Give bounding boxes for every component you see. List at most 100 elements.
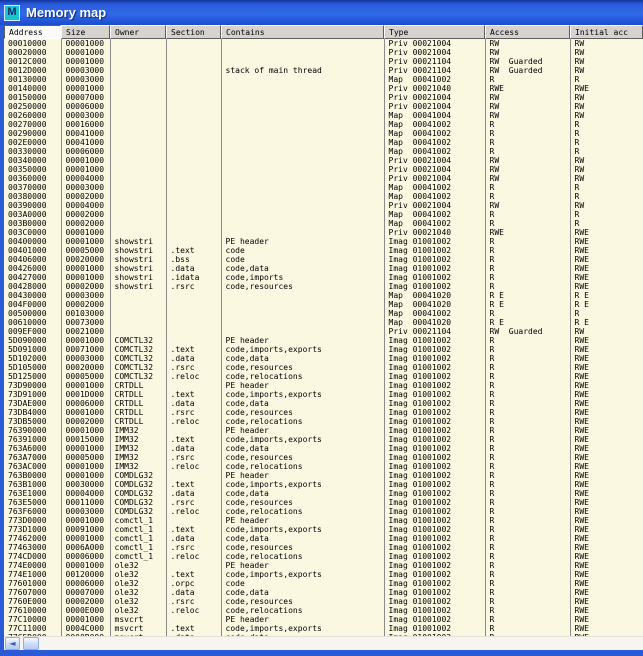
cell-owner: IMM32	[110, 435, 166, 444]
table-row[interactable]: 0029000000041000Map 00041002RR	[4, 129, 643, 138]
cell-address: 773D0000	[4, 516, 61, 525]
table-row[interactable]: 776100000000E000ole32.reloccode,relocati…	[4, 606, 643, 615]
column-header-section[interactable]: Section	[166, 25, 221, 39]
table-row[interactable]: 7760100000006000ole32.orpccodeImag 01001…	[4, 579, 643, 588]
table-row[interactable]: 004F000000002000Map 00041020R ER E	[4, 300, 643, 309]
table-row[interactable]: 0033000000006000Map 00041002RR	[4, 147, 643, 156]
table-row[interactable]: 5D09000000001000COMCTL32PE headerImag 01…	[4, 336, 643, 345]
cell-contains	[221, 165, 384, 174]
column-header-type[interactable]: Type	[384, 25, 485, 39]
table-row[interactable]: 77C1000000001000msvcrtPE headerImag 0100…	[4, 615, 643, 624]
table-row[interactable]: 73DAE00000006000CRTDLL.datacode,dataImag…	[4, 399, 643, 408]
table-row[interactable]: 0025000000006000Priv 00021004RWRW	[4, 102, 643, 111]
table-row[interactable]: 763A600000001000IMM32.datacode,dataImag …	[4, 444, 643, 453]
table-row[interactable]: 0040100000005000showstri.textcodeImag 01…	[4, 246, 643, 255]
table-row[interactable]: 7760E00000002000ole32.rsrccode,resources…	[4, 597, 643, 606]
cell-owner: msvcrt	[110, 624, 166, 633]
table-row[interactable]: 0040000000001000showstriPE headerImag 01…	[4, 237, 643, 246]
cell-address: 73DB4000	[4, 408, 61, 417]
table-row[interactable]: 5D10500000020000COMCTL32.rsrccode,resour…	[4, 363, 643, 372]
table-row[interactable]: 0012C00000001000Priv 00021104RW GuardedR…	[4, 57, 643, 66]
memory-map-icon[interactable]: M	[4, 5, 20, 21]
cell-contains: code,data	[221, 588, 384, 597]
table-row[interactable]: 73DB500000002000CRTDLL.reloccode,relocat…	[4, 417, 643, 426]
table-row[interactable]: 7639100000015000IMM32.textcode,imports,e…	[4, 435, 643, 444]
cell-address: 004F0000	[4, 300, 61, 309]
table-row[interactable]: 009EF00000021000Priv 00021104RW GuardedR…	[4, 327, 643, 336]
table-row[interactable]: 0061000000073000Map 00041020R ER E	[4, 318, 643, 327]
column-header-access[interactable]: Access	[485, 25, 570, 39]
table-row[interactable]: 0012D00000003000stack of main threadPriv…	[4, 66, 643, 75]
table-row[interactable]: 763A700000005000IMM32.rsrccode,resources…	[4, 453, 643, 462]
table-row[interactable]: 763B100000030000COMDLG32.textcode,import…	[4, 480, 643, 489]
table-row[interactable]: 0042800000002000showstri.rsrccode,resour…	[4, 282, 643, 291]
table-row[interactable]: 0042600000001000showstri.datacode,dataIm…	[4, 264, 643, 273]
table-row[interactable]: 5D09100000071000COMCTL32.textcode,import…	[4, 345, 643, 354]
cell-access: R	[485, 210, 570, 219]
table-row[interactable]: 763AC00000001000IMM32.reloccode,relocati…	[4, 462, 643, 471]
table-row[interactable]: 7760700000007000ole32.datacode,dataImag …	[4, 588, 643, 597]
table-row[interactable]: 774630000006A000comctl_1.rsrccode,resour…	[4, 543, 643, 552]
cell-initial-access: R	[570, 75, 643, 84]
cell-address: 73DAE000	[4, 399, 61, 408]
table-row[interactable]: 003A000000002000Map 00041002RR	[4, 210, 643, 219]
column-header-initial-access[interactable]: Initial acc	[570, 25, 643, 39]
table-row[interactable]: 763B000000001000COMDLG32PE headerImag 01…	[4, 471, 643, 480]
table-row[interactable]: 77C110000004C000msvcrt.textcode,imports,…	[4, 624, 643, 633]
cell-initial-access: RWE	[570, 552, 643, 561]
table-row[interactable]: 0027000000016000Map 00041002RR	[4, 120, 643, 129]
table-row[interactable]: 0036000000004000Priv 00021004RWRW	[4, 174, 643, 183]
table-row[interactable]: 0015000000007000Priv 00021004RWRW	[4, 93, 643, 102]
table-row[interactable]: 0035000000001000Priv 00021004RWRW	[4, 165, 643, 174]
table-row[interactable]: 0039000000004000Priv 00021004RWRW	[4, 201, 643, 210]
cell-size: 0000E000	[61, 606, 110, 615]
cell-owner: showstri	[110, 264, 166, 273]
table-row[interactable]: 0042700000001000showstri.idatacode,impor…	[4, 273, 643, 282]
table-row[interactable]: 73DB400000001000CRTDLL.rsrccode,resource…	[4, 408, 643, 417]
cell-contains: code,imports,exports	[221, 624, 384, 633]
table-row[interactable]: 773D100000091000comctl_1.textcode,import…	[4, 525, 643, 534]
table-row[interactable]: 0043000000003000Map 00041020R ER E	[4, 291, 643, 300]
table-row[interactable]: 774CD00000006000comctl_1.reloccode,reloc…	[4, 552, 643, 561]
table-row[interactable]: 73D9000000001000CRTDLLPE headerImag 0100…	[4, 381, 643, 390]
cell-type: Priv 00021040	[384, 228, 485, 237]
table-row[interactable]: 0034000000001000Priv 00021004RWRW	[4, 156, 643, 165]
horizontal-scrollbar[interactable]: ◄	[4, 636, 643, 650]
cell-section: .orpc	[166, 579, 221, 588]
table-row[interactable]: 003B000000002000Map 00041002RR	[4, 219, 643, 228]
table-row[interactable]: 773D000000001000comctl_1PE headerImag 01…	[4, 516, 643, 525]
column-header-owner[interactable]: Owner	[110, 25, 166, 39]
cell-type: Imag 01001002	[384, 390, 485, 399]
table-row[interactable]: 7746200000001000comctl_1.datacode,dataIm…	[4, 534, 643, 543]
cell-section	[166, 57, 221, 66]
table-row[interactable]: 7639000000001000IMM32PE headerImag 01001…	[4, 426, 643, 435]
table-row[interactable]: 003C000000001000Priv 00021040RWERWE	[4, 228, 643, 237]
table-row[interactable]: 763F600000003000COMDLG32.reloccode,reloc…	[4, 507, 643, 516]
table-row[interactable]: 5D10200000003000COMCTL32.datacode,dataIm…	[4, 354, 643, 363]
cell-section: .data	[166, 588, 221, 597]
table-row[interactable]: 0001000000001000Priv 00021004RWRW	[4, 39, 643, 48]
column-header-contains[interactable]: Contains	[221, 25, 384, 39]
column-header-size[interactable]: Size	[61, 25, 110, 39]
table-row[interactable]: 0040600000020000showstri.bsscodeImag 010…	[4, 255, 643, 264]
table-row[interactable]: 0014000000001000Priv 00021040RWERWE	[4, 84, 643, 93]
table-row[interactable]: 0050000000103000Map 00041002RR	[4, 309, 643, 318]
scrollbar-thumb[interactable]	[23, 637, 39, 650]
table-row[interactable]: 774E000000001000ole32PE headerImag 01001…	[4, 561, 643, 570]
table-row[interactable]: 0013000000003000Map 00041002RR	[4, 75, 643, 84]
scroll-left-button[interactable]: ◄	[5, 637, 20, 650]
table-row[interactable]: 0038000000002000Map 00041002RR	[4, 192, 643, 201]
column-header-address[interactable]: Address	[4, 25, 61, 39]
table-row[interactable]: 0002000000001000Priv 00021004RWRW	[4, 48, 643, 57]
table-row[interactable]: 763E500000011000COMDLG32.rsrccode,resour…	[4, 498, 643, 507]
table-row[interactable]: 0026000000003000Map 00041004RWRW	[4, 111, 643, 120]
cell-owner	[110, 318, 166, 327]
cell-type: Priv 00021104	[384, 66, 485, 75]
table-row[interactable]: 002E000000041000Map 00041002RR	[4, 138, 643, 147]
table-row[interactable]: 0037000000003000Map 00041002RR	[4, 183, 643, 192]
table-row[interactable]: 73D910000001D000CRTDLL.textcode,imports,…	[4, 390, 643, 399]
table-row[interactable]: 763E100000004000COMDLG32.datacode,dataIm…	[4, 489, 643, 498]
table-row[interactable]: 774E100000120000ole32.textcode,imports,e…	[4, 570, 643, 579]
table-row[interactable]: 5D12500000005000COMCTL32.reloccode,reloc…	[4, 372, 643, 381]
cell-owner: ole32	[110, 561, 166, 570]
